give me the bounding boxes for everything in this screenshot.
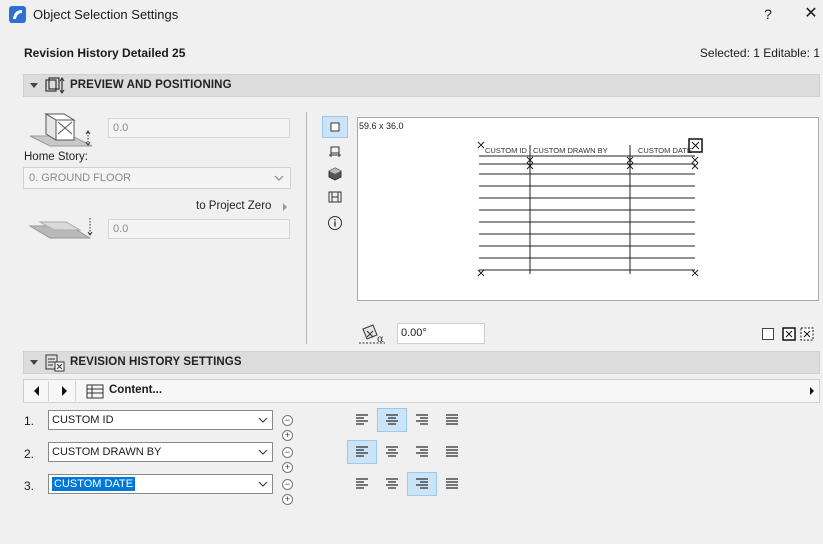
revision-section-header[interactable]: REVISION HISTORY SETTINGS xyxy=(23,351,820,374)
home-story-dropdown[interactable]: 0. GROUND FLOOR xyxy=(23,167,291,189)
vertical-divider xyxy=(306,112,307,344)
cube-icon xyxy=(328,167,342,181)
row-number: 1. xyxy=(24,414,35,428)
align-left-button[interactable] xyxy=(347,408,377,432)
align-right-icon xyxy=(416,446,428,457)
align-right-icon xyxy=(416,478,428,489)
field-select-1[interactable]: CUSTOM ID xyxy=(48,410,273,430)
elevation-box-icon xyxy=(29,113,93,147)
remove-row-button[interactable]: − xyxy=(282,479,293,490)
remove-row-button[interactable]: − xyxy=(282,447,293,458)
help-button[interactable]: ? xyxy=(758,4,778,24)
align-justify-icon xyxy=(446,478,458,489)
row-number: 3. xyxy=(24,479,35,493)
align-left-button[interactable] xyxy=(347,440,377,464)
chevron-down-icon xyxy=(274,175,284,181)
preview-positioning-icon xyxy=(45,77,65,94)
section-view-icon xyxy=(329,146,341,157)
row-number: 2. xyxy=(24,447,35,461)
previous-button[interactable] xyxy=(25,381,49,401)
close-button[interactable]: ✕ xyxy=(800,4,822,24)
offset-plane-icon xyxy=(28,218,93,239)
content-navbar: Content... xyxy=(23,379,820,403)
preview-section-title: PREVIEW AND POSITIONING xyxy=(70,79,232,91)
3d-view-button[interactable] xyxy=(322,163,348,185)
content-label[interactable]: Content... xyxy=(109,384,162,396)
align-right-button[interactable] xyxy=(407,440,437,464)
object-name: Revision History Detailed 25 xyxy=(24,46,186,60)
rotation-angle-icon: α xyxy=(359,324,385,345)
svg-text:α: α xyxy=(377,334,384,345)
align-right-icon xyxy=(416,414,428,425)
plan-view-icon xyxy=(330,122,340,132)
chevron-right-icon[interactable] xyxy=(808,386,816,396)
align-justify-button[interactable] xyxy=(437,440,467,464)
align-center-icon xyxy=(386,446,398,457)
align-left-button[interactable] xyxy=(347,472,377,496)
selection-info: Selected: 1 Editable: 1 xyxy=(699,46,820,60)
preview-header-1: CUSTOM ID xyxy=(485,146,527,155)
collapse-triangle-icon[interactable] xyxy=(30,360,38,365)
info-icon xyxy=(328,216,342,230)
align-justify-icon xyxy=(446,446,458,457)
field-select-value: CUSTOM ID xyxy=(52,414,114,426)
align-center-button[interactable] xyxy=(377,408,407,432)
home-story-value: 0. GROUND FLOOR xyxy=(29,172,132,184)
arrow-right-icon xyxy=(61,386,67,396)
preview-header-3: CUSTOM DATE xyxy=(638,146,692,155)
align-justify-button[interactable] xyxy=(437,408,467,432)
preview-header-2: CUSTOM DRAWN BY xyxy=(533,146,608,155)
offset-field[interactable]: 0.0 xyxy=(108,219,290,239)
elevation-view-button[interactable] xyxy=(322,186,348,208)
align-right-button[interactable] xyxy=(407,472,437,496)
remove-row-button[interactable]: − xyxy=(282,415,293,426)
arrow-left-icon xyxy=(33,386,39,396)
align-center-icon xyxy=(386,478,398,489)
align-center-button[interactable] xyxy=(377,440,407,464)
field-select-3[interactable]: CUSTOM DATE xyxy=(48,474,273,494)
plan-view-button[interactable] xyxy=(322,116,348,138)
collapse-triangle-icon[interactable] xyxy=(30,83,38,88)
app-logo-icon xyxy=(9,6,26,23)
preview-section-header[interactable]: PREVIEW AND POSITIONING xyxy=(23,74,820,97)
mirror-x-icon[interactable] xyxy=(781,326,797,342)
chevron-down-icon xyxy=(258,449,268,455)
add-row-button[interactable]: + xyxy=(282,462,293,473)
chevron-right-icon[interactable] xyxy=(280,202,290,212)
align-center-button[interactable] xyxy=(377,472,407,496)
align-center-icon xyxy=(386,414,398,425)
add-row-button[interactable]: + xyxy=(282,494,293,505)
home-story-label: Home Story: xyxy=(24,151,88,163)
reference-label[interactable]: to Project Zero xyxy=(196,200,271,212)
mirror-dashed-icon[interactable] xyxy=(799,326,815,342)
align-left-icon xyxy=(356,414,368,425)
table-icon xyxy=(86,384,104,399)
field-select-value: CUSTOM DATE xyxy=(52,477,136,491)
film-strip-icon xyxy=(328,191,342,203)
align-justify-icon xyxy=(446,414,458,425)
revision-section-title: REVISION HISTORY SETTINGS xyxy=(70,356,242,368)
field-select-2[interactable]: CUSTOM DRAWN BY xyxy=(48,442,273,462)
window-title: Object Selection Settings xyxy=(33,7,179,22)
align-left-icon xyxy=(356,478,368,489)
chevron-down-icon xyxy=(258,417,268,423)
align-justify-button[interactable] xyxy=(437,472,467,496)
align-left-icon xyxy=(356,446,368,457)
info-button[interactable] xyxy=(322,212,348,234)
chevron-down-icon xyxy=(258,481,268,487)
add-row-button[interactable]: + xyxy=(282,430,293,441)
mirror-checkbox[interactable] xyxy=(762,328,774,340)
align-right-button[interactable] xyxy=(407,408,437,432)
next-button[interactable] xyxy=(52,381,76,401)
preview-table-drawing xyxy=(477,138,703,277)
section-view-button[interactable] xyxy=(322,141,348,163)
revision-settings-icon xyxy=(45,354,65,372)
field-select-value: CUSTOM DRAWN BY xyxy=(52,446,162,458)
elevation-field[interactable]: 0.0 xyxy=(108,118,290,138)
rotation-angle-field[interactable]: 0.00° xyxy=(397,323,485,344)
